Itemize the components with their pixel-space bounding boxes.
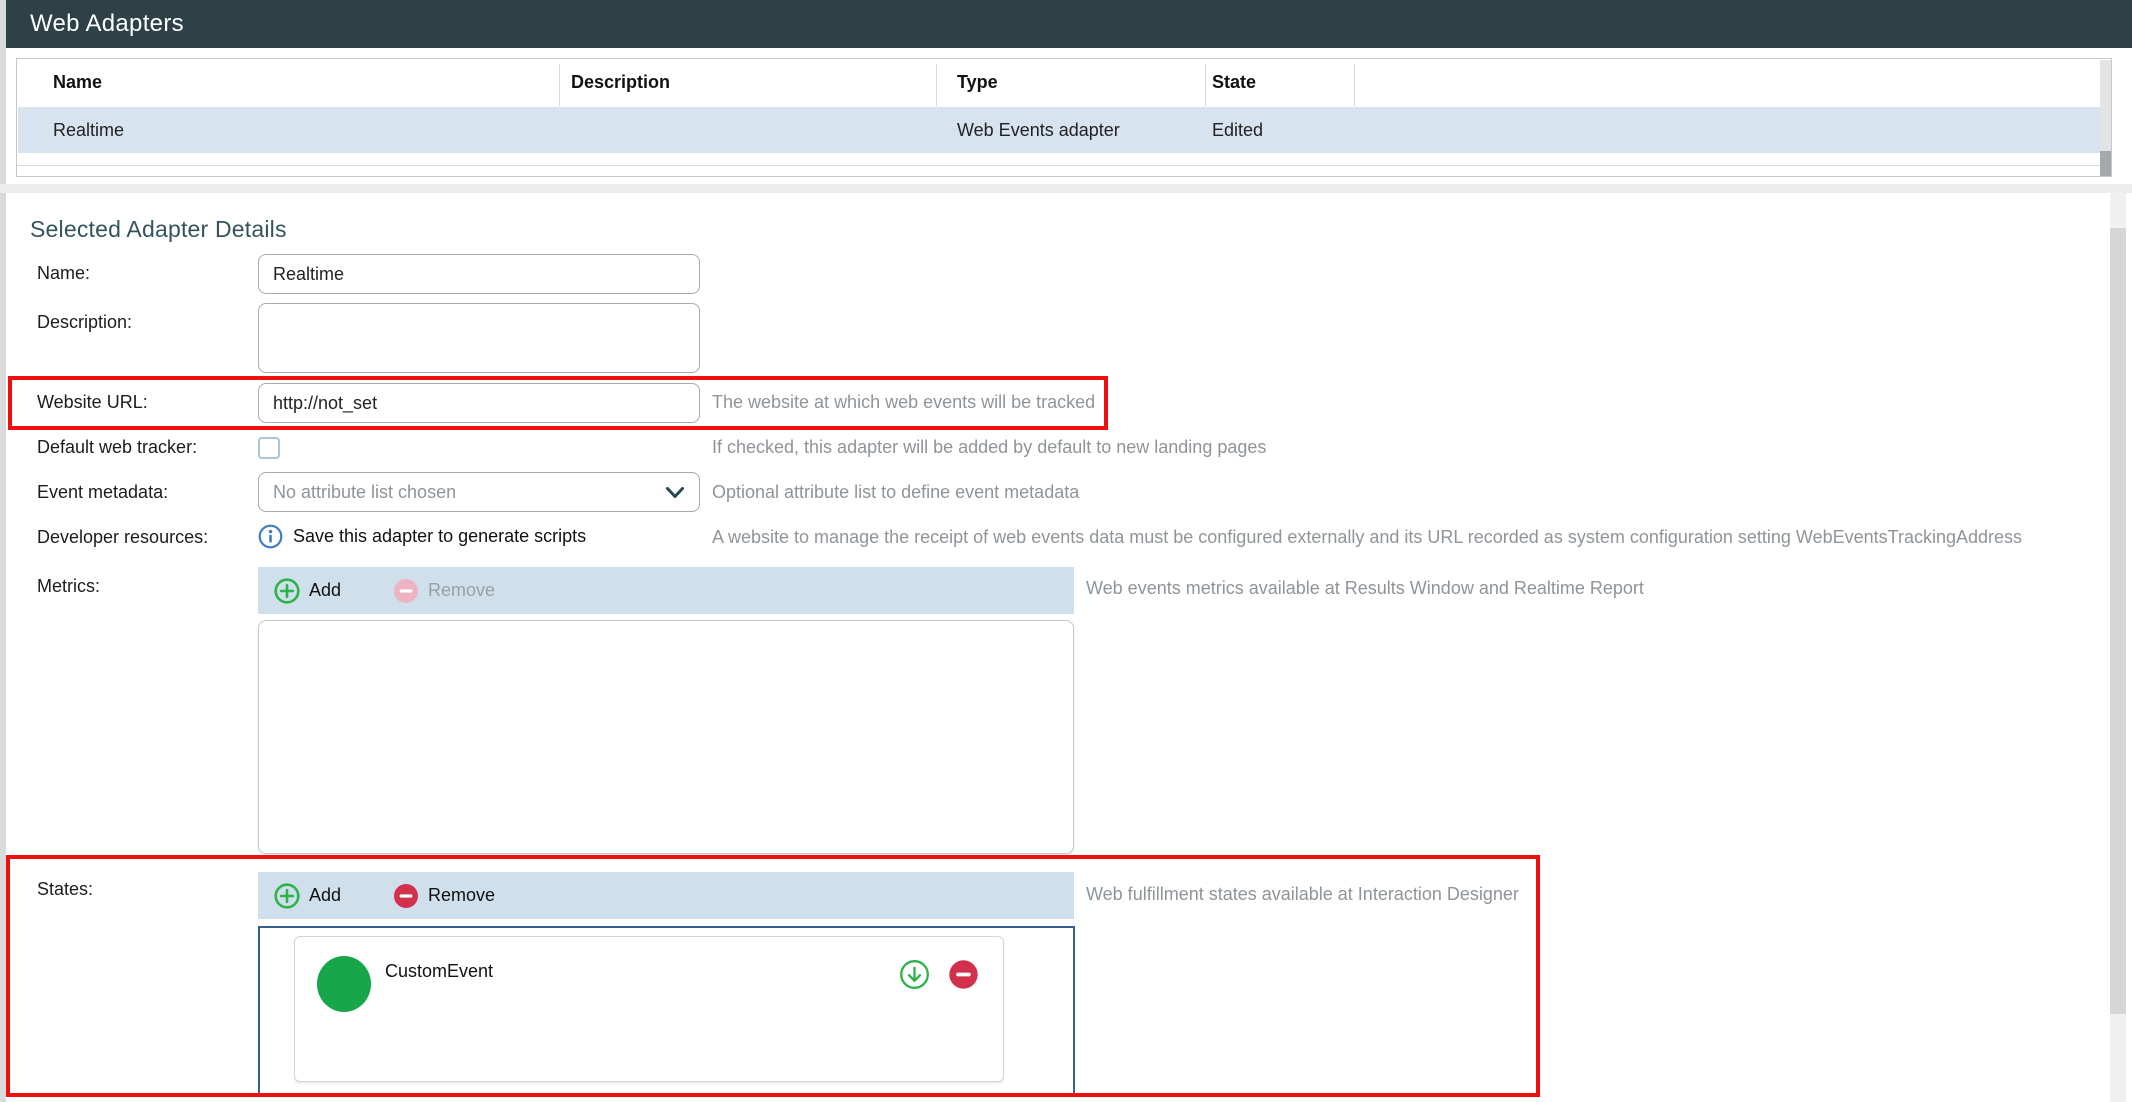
event-metadata-selected-value: No attribute list chosen	[273, 482, 456, 503]
add-circle-icon	[274, 883, 300, 909]
page-scrollbar-thumb[interactable]	[2110, 228, 2126, 1014]
title-bar: Web Adapters	[6, 0, 2132, 48]
state-item-actions	[899, 959, 979, 990]
cell-type[interactable]: Web Events adapter	[957, 107, 1120, 153]
default-web-tracker-help: If checked, this adapter will be added b…	[712, 437, 1266, 458]
column-divider	[1354, 64, 1355, 106]
metrics-help: Web events metrics available at Results …	[1086, 578, 1644, 599]
description-input[interactable]	[258, 303, 700, 373]
metrics-add-button[interactable]: Add	[274, 578, 341, 604]
states-remove-button[interactable]: Remove	[393, 883, 495, 909]
metrics-add-label: Add	[309, 580, 341, 601]
states-toolbar: Add Remove	[258, 872, 1074, 919]
move-down-icon[interactable]	[899, 959, 930, 990]
website-url-label: Website URL:	[37, 392, 148, 413]
developer-resources-help: A website to manage the receipt of web e…	[712, 527, 2022, 548]
column-divider	[1205, 64, 1206, 106]
left-gutter	[0, 0, 6, 1102]
state-name: CustomEvent	[385, 961, 493, 982]
add-circle-icon	[274, 578, 300, 604]
state-status-circle	[317, 956, 371, 1012]
name-label: Name:	[37, 263, 90, 284]
developer-resources-label: Developer resources:	[37, 527, 208, 548]
default-web-tracker-label: Default web tracker:	[37, 437, 197, 458]
developer-resources-text: Save this adapter to generate scripts	[293, 526, 586, 547]
column-header-type[interactable]: Type	[957, 59, 998, 106]
description-label: Description:	[37, 312, 132, 333]
remove-circle-icon-disabled	[393, 578, 419, 604]
states-add-label: Add	[309, 885, 341, 906]
cell-state[interactable]: Edited	[1212, 107, 1263, 153]
section-heading: Selected Adapter Details	[30, 216, 287, 243]
header-row-divider	[17, 165, 2111, 166]
column-divider	[936, 64, 937, 106]
table-scrollbar-thumb[interactable]	[2100, 151, 2111, 176]
column-divider	[559, 64, 560, 106]
name-input[interactable]	[258, 254, 700, 294]
metrics-remove-button[interactable]: Remove	[393, 578, 495, 604]
column-header-description[interactable]: Description	[571, 59, 670, 106]
page-title: Web Adapters	[6, 10, 184, 38]
adapters-table: Name Description Type State Realtime Web…	[16, 58, 2112, 177]
states-add-button[interactable]: Add	[274, 883, 341, 909]
column-header-name[interactable]: Name	[53, 59, 102, 106]
states-list: CustomEvent	[258, 926, 1075, 1096]
column-header-state[interactable]: State	[1212, 59, 1256, 106]
state-list-item[interactable]: CustomEvent	[294, 936, 1004, 1082]
event-metadata-select[interactable]: No attribute list chosen	[258, 472, 700, 512]
chevron-down-icon	[665, 486, 685, 499]
states-remove-label: Remove	[428, 885, 495, 906]
remove-state-icon[interactable]	[948, 959, 979, 990]
states-label: States:	[37, 879, 93, 900]
default-web-tracker-checkbox[interactable]	[258, 437, 280, 459]
website-url-help: The website at which web events will be …	[712, 392, 1095, 413]
event-metadata-help: Optional attribute list to define event …	[712, 482, 1079, 503]
event-metadata-label: Event metadata:	[37, 482, 168, 503]
metrics-label: Metrics:	[37, 576, 100, 597]
remove-circle-icon	[393, 883, 419, 909]
states-help: Web fulfillment states available at Inte…	[1086, 884, 1519, 905]
metrics-remove-label: Remove	[428, 580, 495, 601]
metrics-list[interactable]	[258, 620, 1074, 854]
developer-resources-note: Save this adapter to generate scripts	[258, 524, 586, 549]
section-divider	[0, 184, 2132, 193]
website-url-input[interactable]	[258, 383, 700, 423]
metrics-toolbar: Add Remove	[258, 567, 1074, 614]
web-adapters-page: Web Adapters Name Description Type State…	[0, 0, 2132, 1102]
info-icon	[258, 524, 283, 549]
cell-name[interactable]: Realtime	[53, 107, 124, 153]
